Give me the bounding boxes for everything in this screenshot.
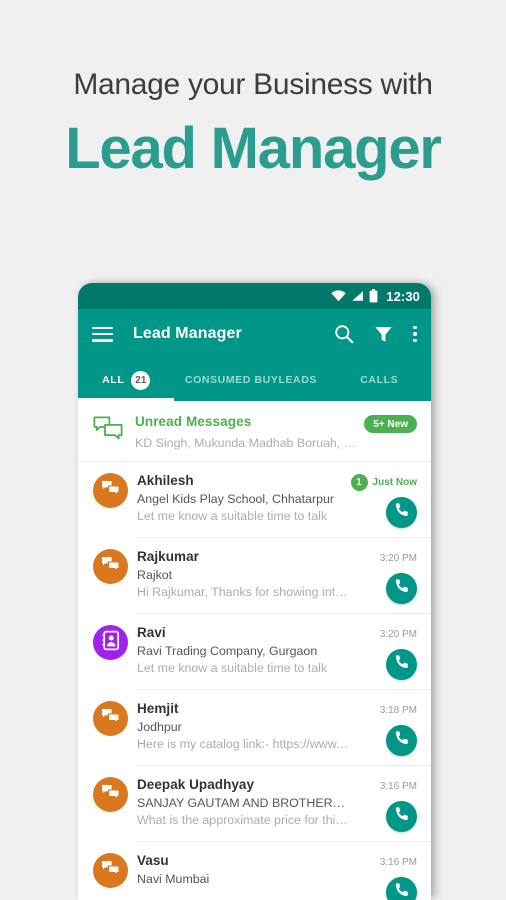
lead-row[interactable]: Ravi Ravi Trading Company, Gurgaon Let me …	[78, 614, 431, 690]
search-icon[interactable]	[334, 324, 354, 344]
lead-company: Jodhpur	[137, 720, 182, 734]
unread-new-badge: 5+ New	[364, 415, 417, 433]
lead-name: Hemjit	[137, 701, 179, 716]
lead-row[interactable]: Deepak Upadhyay SANJAY GAUTAM AND BROTHER…	[78, 766, 431, 842]
avatar[interactable]	[93, 777, 128, 812]
tab-all[interactable]: ALL 21	[78, 359, 175, 401]
phone-icon	[394, 882, 410, 900]
phone-icon	[394, 806, 410, 827]
lead-snippet: What is the approximate price for this p…	[137, 813, 349, 827]
tab-bar: ALL 21 CONSUMED BUYLEADS CALLS	[78, 359, 431, 401]
lead-company: Navi Mumbai	[137, 872, 210, 886]
promo-header: Manage your Business with Lead Manager	[0, 0, 506, 182]
lead-row[interactable]: Hemjit Jodhpur Here is my catalog link:- h…	[78, 690, 431, 766]
lead-company: Angel Kids Play School, Chhatarpur	[137, 492, 334, 506]
lead-timestamp: 3:16 PM	[379, 856, 417, 868]
filter-icon[interactable]	[374, 325, 393, 344]
chat-bubbles-icon	[101, 784, 120, 805]
tab-all-badge: 21	[131, 370, 151, 390]
hamburger-menu-icon[interactable]	[92, 326, 113, 342]
lead-unread-count: 1	[350, 473, 368, 491]
chat-bubbles-icon	[101, 556, 120, 577]
lead-timestamp: 3:20 PM	[379, 628, 417, 640]
phone-mockup: 12:30 Lead Manager ALL 21 CONSUMED BUYLE…	[78, 283, 431, 900]
lead-company: Rajkot	[137, 568, 173, 582]
unread-messages-row[interactable]: Unread Messages KD Singh, Mukunda Madhab…	[78, 401, 431, 462]
chat-bubbles-icon	[101, 860, 120, 881]
overflow-menu-icon[interactable]	[413, 325, 417, 343]
phone-icon	[394, 654, 410, 675]
avatar[interactable]	[93, 701, 128, 736]
lead-snippet: Let me know a suitable time to talk	[137, 509, 328, 523]
lead-timestamp: 3:18 PM	[379, 704, 417, 716]
promo-subtitle: Manage your Business with	[73, 68, 433, 101]
call-button[interactable]	[386, 725, 417, 756]
tab-consumed-buyleads-label: CONSUMED BUYLEADS	[184, 374, 318, 386]
unread-messages-title: Unread Messages	[135, 414, 252, 429]
wifi-icon	[331, 290, 346, 302]
avatar[interactable]	[93, 853, 128, 888]
contact-card-icon	[101, 630, 121, 656]
lead-row[interactable]: Vasu Navi Mumbai 3:16 PM	[78, 842, 431, 900]
lead-timestamp: 3:20 PM	[379, 552, 417, 564]
lead-timestamp: 3:16 PM	[379, 780, 417, 792]
chat-bubbles-icon	[93, 414, 135, 445]
lead-timestamp: Just Now	[372, 476, 417, 488]
phone-icon	[394, 730, 410, 751]
phone-icon	[394, 502, 410, 523]
call-button[interactable]	[386, 649, 417, 680]
promo-title: Lead Manager	[65, 116, 442, 181]
lead-company: Ravi Trading Company, Gurgaon	[137, 644, 318, 658]
avatar[interactable]	[93, 549, 128, 584]
lead-row[interactable]: Rajkumar Rajkot Hi Rajkumar, Thanks for sh…	[78, 538, 431, 614]
status-bar: 12:30	[78, 283, 431, 309]
tab-calls-label: CALLS	[360, 374, 399, 386]
call-button[interactable]	[386, 497, 417, 528]
tab-calls[interactable]: CALLS	[327, 359, 431, 401]
call-button[interactable]	[386, 573, 417, 604]
signal-icon	[351, 290, 364, 302]
lead-name: Rajkumar	[137, 549, 199, 564]
unread-messages-subtitle: KD Singh, Mukunda Madhab Boruah, Hemjit,…	[135, 436, 364, 450]
lead-snippet: Let me know a suitable time to talk	[137, 661, 328, 675]
chat-bubbles-icon	[101, 480, 120, 501]
lead-company: SANJAY GAUTAM AND BROTHERS, Mathura	[137, 796, 349, 810]
tab-consumed-buyleads[interactable]: CONSUMED BUYLEADS	[174, 359, 327, 401]
lead-snippet: Here is my catalog link:- https://www.in…	[137, 737, 349, 751]
lead-name: Deepak Upadhyay	[137, 777, 255, 792]
lead-name: Akhilesh	[137, 473, 194, 488]
battery-icon	[369, 289, 378, 303]
avatar[interactable]	[93, 625, 128, 660]
app-bar-title: Lead Manager	[133, 325, 242, 342]
phone-icon	[394, 578, 410, 599]
avatar[interactable]	[93, 473, 128, 508]
lead-name: Vasu	[137, 853, 169, 868]
call-button[interactable]	[386, 877, 417, 900]
lead-row[interactable]: Akhilesh Angel Kids Play School, Chhatarp…	[78, 462, 431, 538]
lead-snippet: Hi Rajkumar, Thanks for showing interes.…	[137, 585, 349, 599]
tab-all-label: ALL	[102, 374, 125, 386]
app-bar: Lead Manager	[78, 309, 431, 359]
lead-list[interactable]: Unread Messages KD Singh, Mukunda Madhab…	[78, 401, 431, 900]
call-button[interactable]	[386, 801, 417, 832]
chat-bubbles-icon	[101, 708, 120, 729]
lead-name: Ravi	[137, 625, 166, 640]
status-bar-clock: 12:30	[386, 288, 420, 304]
